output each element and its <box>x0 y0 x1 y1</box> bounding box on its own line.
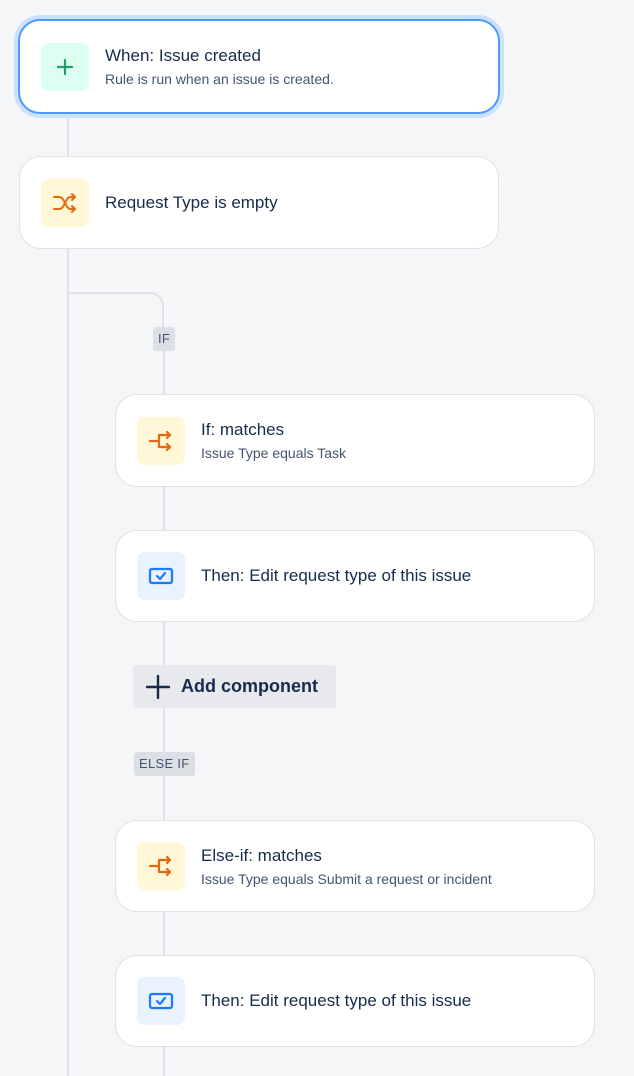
else-if-condition-title: Else-if: matches <box>201 845 322 865</box>
if-condition-card[interactable]: If: matches Issue Type equals Task <box>115 394 595 487</box>
connector-branch <box>68 292 164 352</box>
if-action-title: Then: Edit request type of this issue <box>201 566 472 585</box>
if-condition-subtitle: Issue Type equals Task <box>201 445 347 461</box>
edit-request-icon <box>137 977 185 1025</box>
branch-arrow-icon <box>137 842 185 890</box>
branch-rule-card[interactable]: Request Type is empty <box>19 156 499 249</box>
branch-rule-title: Request Type is empty <box>105 192 278 212</box>
else-if-tag: ELSE IF <box>134 752 195 776</box>
else-if-condition-subtitle: Issue Type equals Submit a request or in… <box>201 870 492 887</box>
plus-icon <box>41 42 89 91</box>
trigger-card[interactable]: When: Issue created Rule is run when an … <box>18 19 500 114</box>
add-component-label: Add component <box>181 676 318 696</box>
if-tag: IF <box>153 327 176 351</box>
branch-arrow-icon <box>137 416 185 465</box>
add-component-button[interactable]: Add component <box>133 665 336 708</box>
trigger-title: When: Issue created <box>105 46 261 65</box>
edit-request-icon <box>137 552 185 600</box>
else-if-action-title: Then: Edit request type of this issue <box>201 991 472 1010</box>
connector-line-main <box>67 112 69 1076</box>
else-if-condition-card[interactable]: Else-if: matches Issue Type equals Submi… <box>115 820 595 912</box>
if-condition-title: If: matches <box>201 420 285 439</box>
trigger-subtitle: Rule is run when an issue is created. <box>105 71 334 87</box>
shuffle-icon <box>41 178 89 227</box>
if-action-card[interactable]: Then: Edit request type of this issue <box>115 530 595 622</box>
else-if-action-card[interactable]: Then: Edit request type of this issue <box>115 955 595 1047</box>
plus-icon <box>145 674 171 700</box>
